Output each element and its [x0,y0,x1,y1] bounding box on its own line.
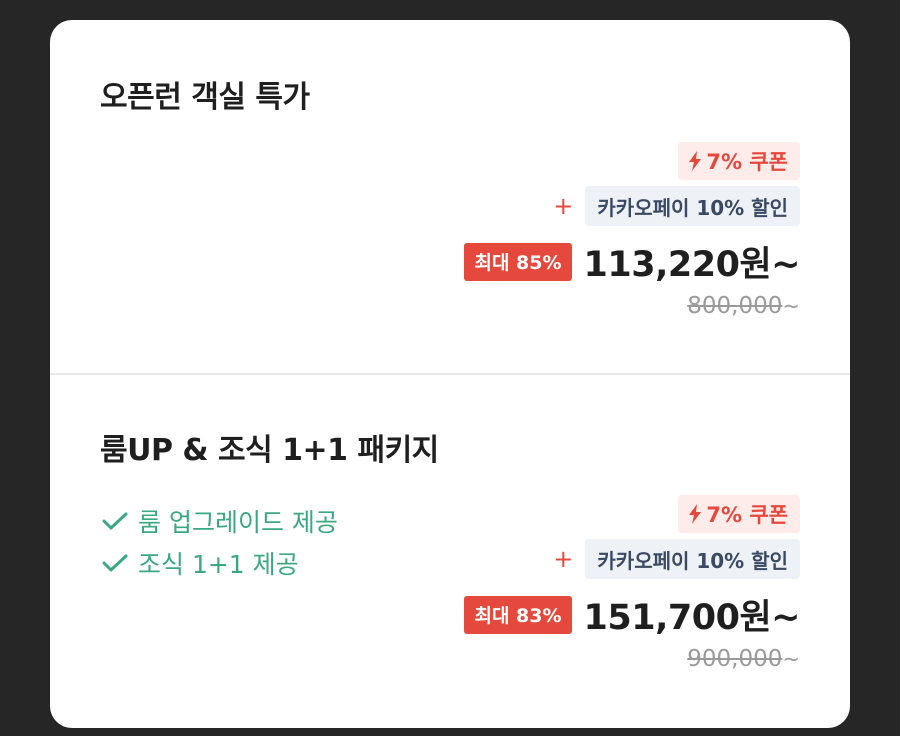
offer-title: 룸UP & 조식 1+1 패키지 [100,433,439,468]
original-price-suffix: ~ [782,647,800,671]
sale-price: 113,220원~ [583,245,801,285]
feature-item: 룸 업그레이드 제공 [102,500,338,542]
price-block: 7% 쿠폰 + 카카오페이 10% 할인 최대 85% 113,220원~ 80… [380,142,801,319]
plus-sign: + [553,192,574,220]
original-price-suffix: ~ [782,294,800,318]
check-icon [102,554,128,572]
original-price: 800,000 [687,293,783,319]
feature-item: 조식 1+1 제공 [102,542,338,584]
coupon-badge[interactable]: 7% 쿠폰 [678,495,800,533]
feature-label: 조식 1+1 제공 [138,550,299,579]
offer-card: 오픈런 객실 특가 7% 쿠폰 + 카카오페이 10% 할인 최대 85% 11… [50,20,850,728]
pay-discount-badge: 카카오페이 10% 할인 [585,539,800,579]
max-discount-badge: 최대 83% [464,595,572,634]
offer-section-open-run[interactable]: 오픈런 객실 특가 7% 쿠폰 + 카카오페이 10% 할인 최대 85% 11… [50,20,850,373]
sale-price: 151,700원~ [583,598,801,638]
offer-title: 오픈런 객실 특가 [100,80,310,115]
offer-section-room-up-package[interactable]: 룸UP & 조식 1+1 패키지 룸 업그레이드 제공 조식 1+1 제공 7%… [50,375,850,728]
coupon-badge[interactable]: 7% 쿠폰 [678,142,800,180]
feature-list: 룸 업그레이드 제공 조식 1+1 제공 [102,500,338,584]
check-icon [102,512,128,530]
lightning-icon [689,504,702,524]
max-discount-badge: 최대 85% [464,242,572,281]
price-block: 7% 쿠폰 + 카카오페이 10% 할인 최대 83% 151,700원~ 90… [380,495,801,672]
coupon-label: 7% 쿠폰 [706,503,788,527]
feature-label: 룸 업그레이드 제공 [138,508,338,537]
lightning-icon [689,151,702,171]
pay-discount-badge: 카카오페이 10% 할인 [585,186,800,226]
original-price: 900,000 [687,646,783,672]
plus-sign: + [553,545,574,573]
coupon-label: 7% 쿠폰 [706,150,788,174]
